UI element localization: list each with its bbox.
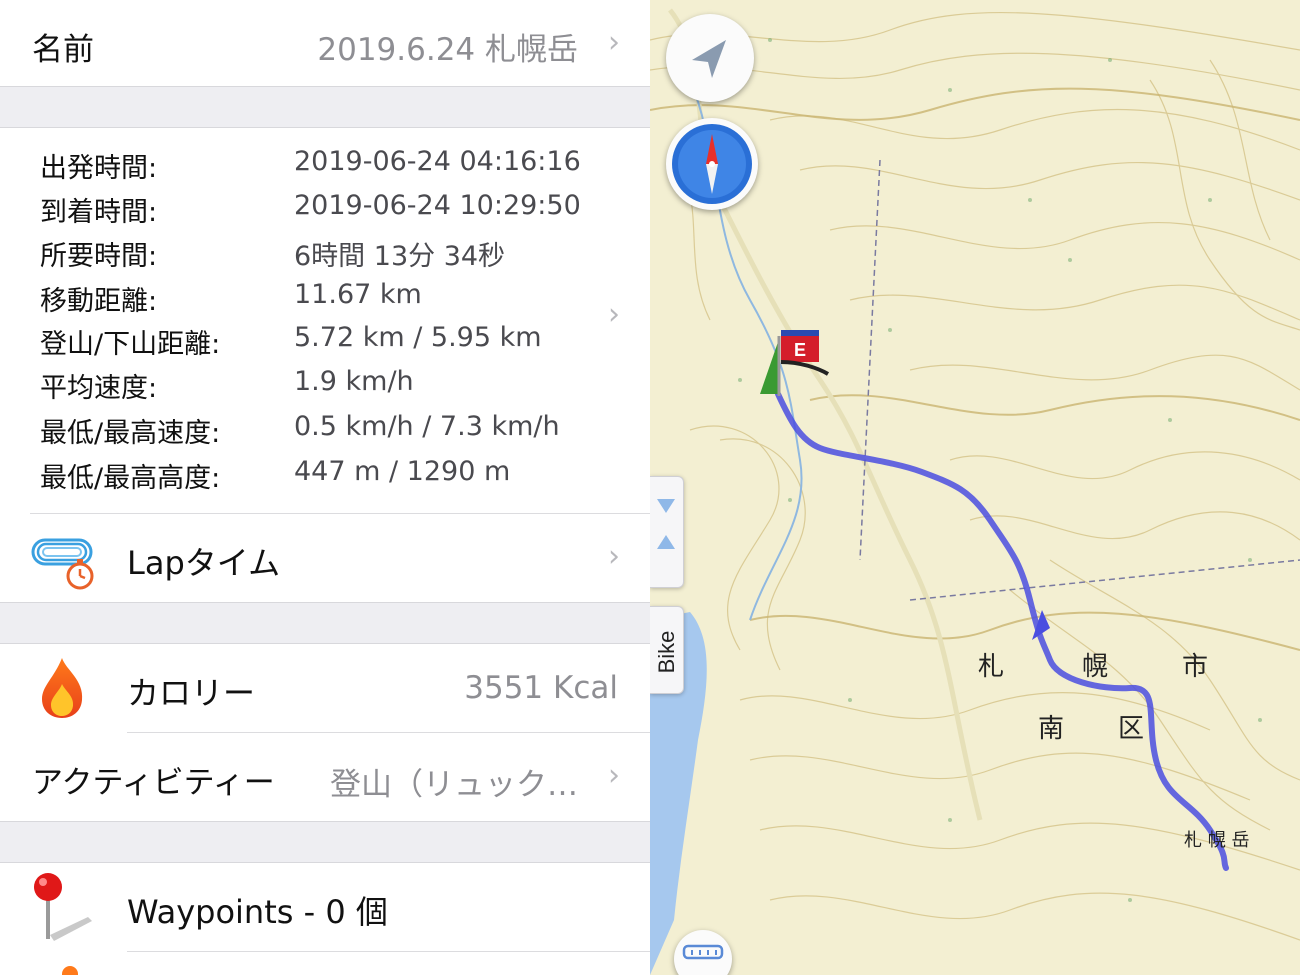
- compass-button[interactable]: [666, 118, 758, 210]
- stat-elapsed-time: 所要時間: 6時間 13分 34秒: [40, 234, 600, 274]
- stat-value: 2019-06-24 10:29:50: [294, 190, 581, 221]
- flame-icon: [62, 966, 78, 975]
- stat-value: 6時間 13分 34秒: [294, 241, 506, 272]
- stat-value: 11.67 km: [294, 279, 422, 310]
- activity-label: アクティビティー: [32, 765, 275, 801]
- stat-value: 447 m / 1290 m: [294, 456, 511, 487]
- chevron-right-icon: ›: [608, 297, 620, 332]
- stat-label: 登山/下山距離:: [40, 329, 221, 360]
- stat-min-max-speed: 最低/最高速度: 0.5 km/h / 7.3 km/h: [40, 411, 600, 451]
- lap-time-label: Lapタイム: [127, 544, 281, 582]
- location-arrow-icon: [692, 40, 726, 78]
- place-label-sapporo: 札: [978, 652, 1005, 682]
- stat-value: 5.72 km / 5.95 km: [294, 322, 542, 353]
- activity-value: 登山（リュック…: [330, 767, 578, 803]
- stat-label: 到着時間:: [40, 197, 158, 228]
- place-label-shi: 市: [1182, 652, 1209, 682]
- chevron-right-icon: ›: [608, 758, 620, 793]
- ruler-icon: [682, 944, 724, 960]
- record-name-row[interactable]: 名前 2019.6.24 札幌岳 ›: [0, 0, 650, 86]
- record-detail-panel: 名前 2019.6.24 札幌岳 › 出発時間: 2019-06-24 04:1…: [0, 0, 650, 975]
- compass-icon: [672, 124, 752, 204]
- stat-distance: 移動距離: 11.67 km: [40, 279, 600, 319]
- end-flag-label: E: [794, 340, 806, 360]
- section-gap: [0, 821, 650, 863]
- stat-up-down-distance: 登山/下山距離: 5.72 km / 5.95 km: [40, 322, 600, 362]
- stat-value: 2019-06-24 04:16:16: [294, 146, 581, 177]
- place-label-horo: 幌: [1082, 652, 1109, 682]
- stat-label: 移動距離:: [40, 286, 158, 317]
- place-label-ku: 区: [1118, 714, 1145, 744]
- bike-mode-tab[interactable]: Bike: [650, 606, 684, 694]
- place-label-minami: 南: [1038, 714, 1065, 744]
- record-name-value: 2019.6.24 札幌岳: [317, 32, 578, 68]
- calorie-row: カロリー 3551 Kcal: [0, 644, 650, 732]
- pin-icon: [28, 871, 94, 947]
- stat-average-speed: 平均速度: 1.9 km/h: [40, 366, 600, 406]
- stat-value: 1.9 km/h: [294, 366, 414, 397]
- stat-arrival-time: 到着時間: 2019-06-24 10:29:50: [40, 190, 600, 230]
- chevron-right-icon: ›: [608, 539, 620, 574]
- ruler-button[interactable]: [674, 930, 732, 975]
- stat-label: 出発時間:: [40, 153, 158, 184]
- bike-tab-label: Bike: [654, 630, 679, 674]
- panel-toggle-tab[interactable]: [650, 476, 684, 588]
- stat-label: 所要時間:: [40, 241, 158, 272]
- stat-min-max-altitude: 最低/最高高度: 447 m / 1290 m: [40, 456, 600, 496]
- activity-row[interactable]: アクティビティー 登山（リュック… ›: [0, 733, 650, 821]
- collapse-arrows-icon: [657, 499, 675, 549]
- lap-time-row[interactable]: Lapタイム ›: [0, 514, 650, 602]
- waypoints-row[interactable]: Waypoints - 0 個: [0, 863, 650, 951]
- locate-me-button[interactable]: [666, 14, 754, 102]
- place-label-peak: 札 幌 岳: [1184, 830, 1250, 851]
- record-name-label: 名前: [32, 32, 94, 68]
- flame-icon: [36, 656, 88, 720]
- stat-value: 0.5 km/h / 7.3 km/h: [294, 411, 560, 442]
- stat-label: 最低/最高速度:: [40, 418, 221, 449]
- chevron-right-icon: ›: [608, 25, 620, 60]
- lap-stopwatch-icon: [30, 534, 96, 592]
- next-row-partial[interactable]: [0, 952, 650, 975]
- stat-label: 平均速度:: [40, 373, 158, 404]
- section-gap: [0, 86, 650, 128]
- calorie-value: 3551 Kcal: [464, 670, 618, 706]
- stats-summary-row[interactable]: 出発時間: 2019-06-24 04:16:16 到着時間: 2019-06-…: [0, 128, 650, 513]
- section-gap: [0, 602, 650, 644]
- waypoints-label: Waypoints - 0 個: [127, 893, 388, 931]
- map-view[interactable]: E 札 幌 市 南 区 札 幌 岳 Bike: [650, 0, 1300, 975]
- stat-departure-time: 出発時間: 2019-06-24 04:16:16: [40, 146, 600, 186]
- calorie-label: カロリー: [127, 674, 256, 712]
- stat-label: 最低/最高高度:: [40, 463, 221, 494]
